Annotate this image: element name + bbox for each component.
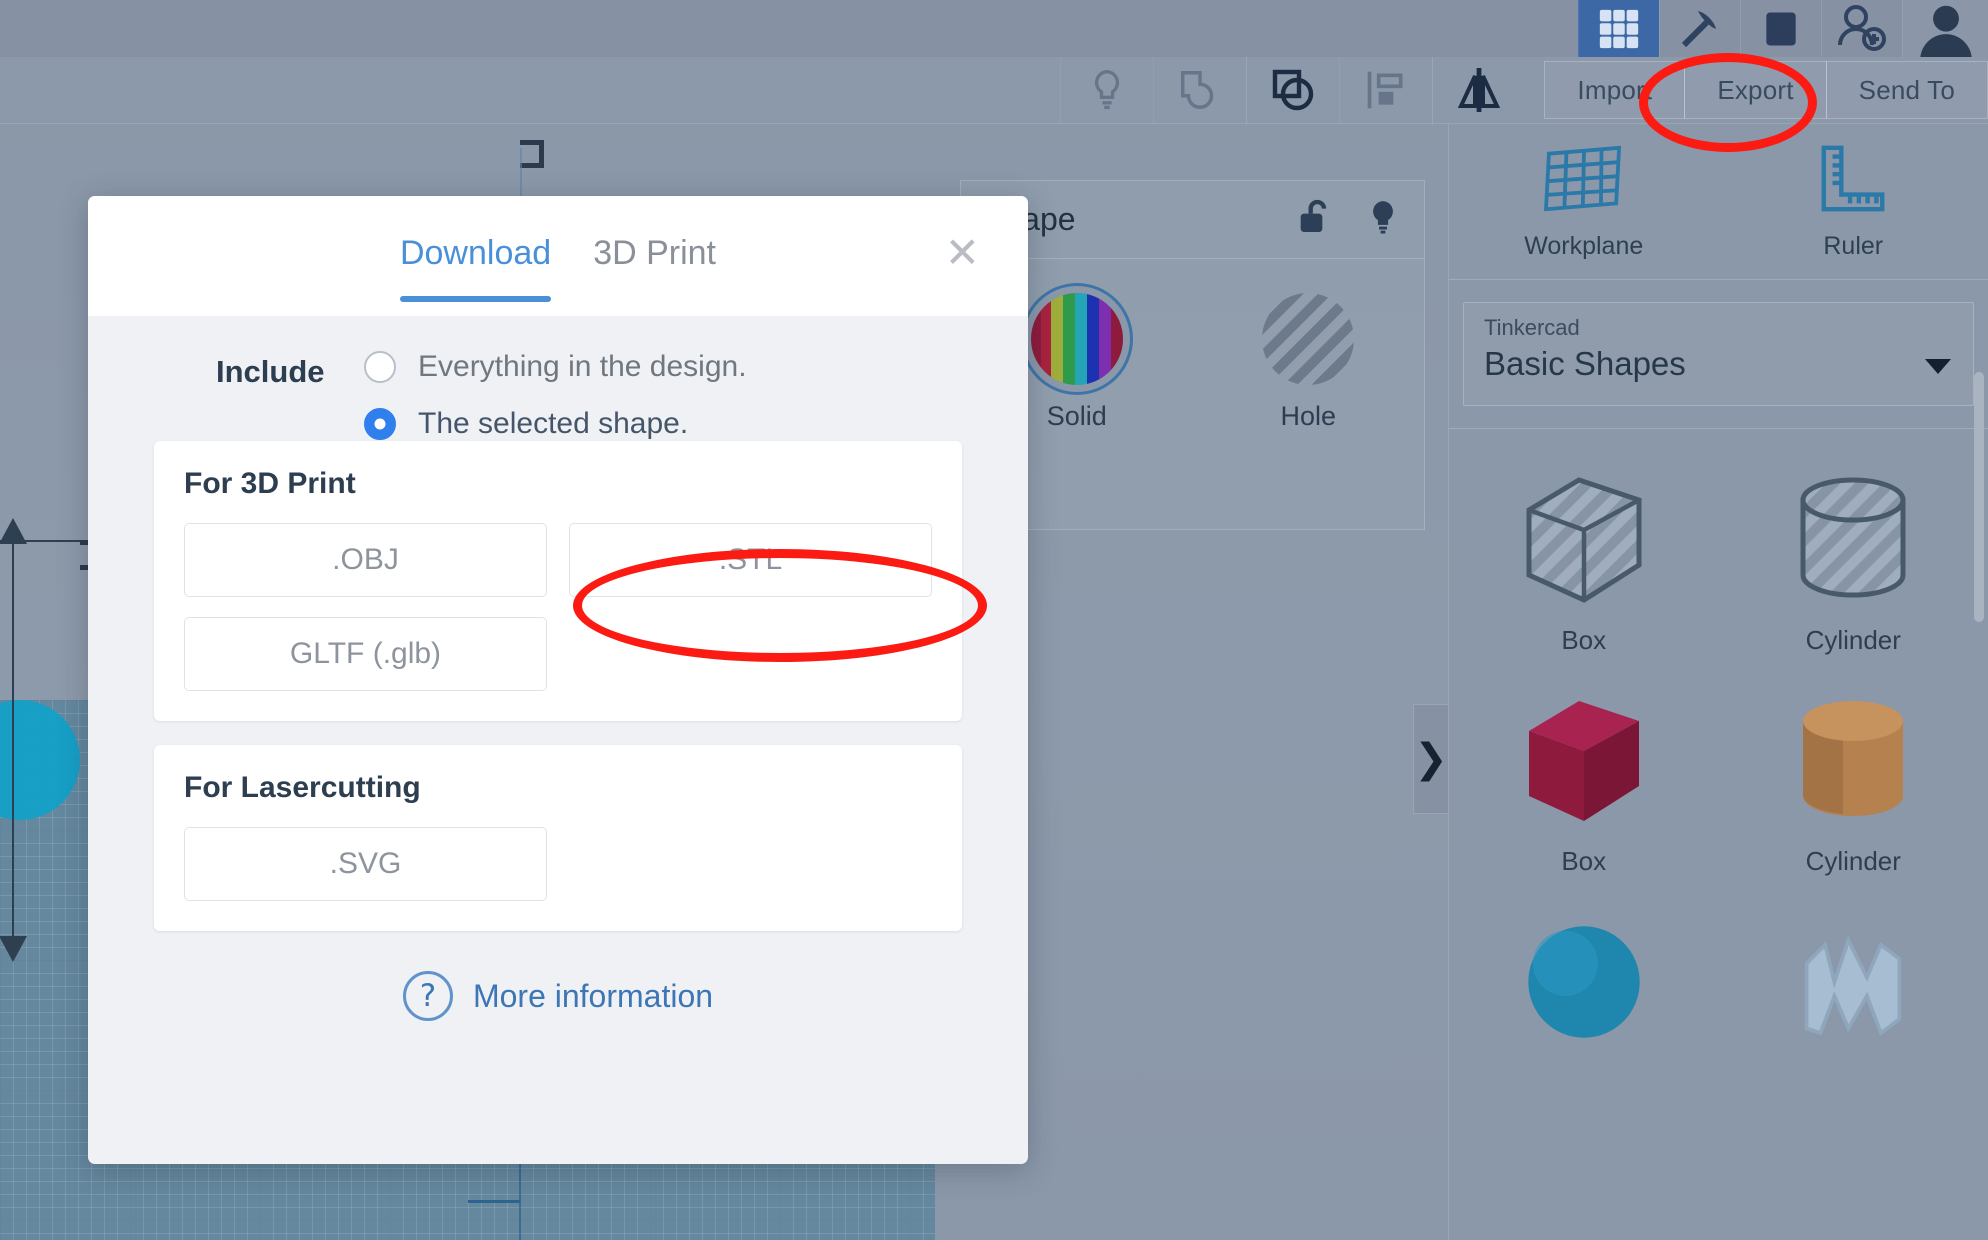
cylinder-hole-icon xyxy=(1773,465,1933,615)
shape-library-grid: Box Cylinder xyxy=(1449,428,1988,1075)
hole-swatch-label: Hole xyxy=(1280,401,1336,432)
ungroup-shapes-icon[interactable] xyxy=(1246,57,1339,124)
export-dialog: Download 3D Print ✕ Include Everything i… xyxy=(88,196,1028,1164)
workplane-tool-label: Workplane xyxy=(1524,232,1643,261)
for-lasercutting-title: For Lasercutting xyxy=(184,771,932,805)
for-lasercutting-card: For Lasercutting .SVG xyxy=(154,745,962,931)
solid-swatch-circle xyxy=(1031,293,1123,385)
add-person-icon[interactable] xyxy=(1821,0,1902,57)
scribble-solid-icon xyxy=(1773,907,1933,1057)
dialog-body: Include Everything in the design. The se… xyxy=(88,316,1028,1021)
dialog-tabs: Download 3D Print xyxy=(400,234,716,302)
chevron-down-icon xyxy=(1925,359,1951,374)
shape-row: Box Cylinder xyxy=(1449,664,1988,885)
send-to-button[interactable]: Send To xyxy=(1826,61,1988,119)
shape-item-label: Box xyxy=(1561,846,1606,877)
selection-handle[interactable] xyxy=(520,140,544,168)
grid-view-icon[interactable] xyxy=(1578,0,1659,57)
workplane-tick xyxy=(468,1200,520,1203)
align-icon[interactable] xyxy=(1339,57,1432,124)
export-button[interactable]: Export xyxy=(1684,61,1826,119)
shape-item-sphere-solid[interactable] xyxy=(1449,885,1719,1075)
shape-inspector-header: Shape xyxy=(961,181,1424,259)
lightbulb-icon[interactable] xyxy=(1364,196,1402,243)
avatar-icon[interactable] xyxy=(1902,0,1988,57)
tab-download[interactable]: Download xyxy=(400,234,551,302)
for-lasercutting-formats: .SVG xyxy=(184,827,932,901)
include-section: Include Everything in the design. The se… xyxy=(124,350,992,441)
format-svg-button[interactable]: .SVG xyxy=(184,827,547,901)
shape-item-cylinder-solid[interactable]: Cylinder xyxy=(1719,664,1988,885)
panel-scrollbar[interactable] xyxy=(1974,372,1984,622)
shape-row: Box Cylinder xyxy=(1449,443,1988,664)
shape-inspector-body: Solid Hole xyxy=(961,259,1424,432)
shape-item-cylinder-hole[interactable]: Cylinder xyxy=(1719,443,1988,664)
hole-swatch-circle xyxy=(1262,293,1354,385)
workplane-tool[interactable]: Workplane xyxy=(1449,124,1719,279)
ruler-tool[interactable]: Ruler xyxy=(1719,124,1988,279)
for-3d-print-card: For 3D Print .OBJ .STL GLTF (.glb) xyxy=(154,441,962,721)
hole-swatch[interactable]: Hole xyxy=(1193,293,1425,432)
editor-toolbar: Import Export Send To xyxy=(0,57,1988,124)
radio-everything-label: Everything in the design. xyxy=(418,350,747,384)
import-button[interactable]: Import xyxy=(1544,61,1685,119)
solid-swatch-label: Solid xyxy=(1047,401,1107,432)
lightbulb-icon[interactable] xyxy=(1060,57,1153,124)
shape-inspector-header-icons xyxy=(1294,196,1402,243)
unlock-icon[interactable] xyxy=(1294,196,1334,243)
radio-everything[interactable]: Everything in the design. xyxy=(364,350,747,384)
question-circle-icon: ? xyxy=(403,971,453,1021)
for-3d-print-title: For 3D Print xyxy=(184,467,932,501)
sphere-solid-icon xyxy=(1504,907,1664,1057)
shape-inspector-panel: Shape Solid xyxy=(960,180,1425,530)
shape-item-label: Cylinder xyxy=(1806,846,1901,877)
more-information-link[interactable]: ? More information xyxy=(124,971,992,1021)
include-label: Include xyxy=(216,350,364,390)
cylinder-solid-icon xyxy=(1773,686,1933,836)
mirror-icon[interactable] xyxy=(1432,57,1525,124)
shape-row xyxy=(1449,885,1988,1075)
dimension-arrow[interactable] xyxy=(12,540,14,940)
shape-item-box-hole[interactable]: Box xyxy=(1449,443,1719,664)
shape-library-value: Basic Shapes xyxy=(1484,345,1953,383)
radio-selected-shape-input[interactable] xyxy=(364,408,396,440)
pickaxe-icon[interactable] xyxy=(1659,0,1740,57)
for-3d-print-formats: .OBJ .STL GLTF (.glb) xyxy=(184,523,932,691)
tinkercad-app: Import Export Send To Shape xyxy=(0,0,1988,1240)
more-information-label: More information xyxy=(473,978,713,1015)
top-bar xyxy=(0,0,1988,57)
toolbar-button-group: Import Export Send To xyxy=(1545,61,1988,119)
shape-item-box-solid[interactable]: Box xyxy=(1449,664,1719,885)
radio-everything-input[interactable] xyxy=(364,351,396,383)
tab-3d-print[interactable]: 3D Print xyxy=(593,234,716,302)
close-icon[interactable]: ✕ xyxy=(945,232,980,274)
dialog-header: Download 3D Print ✕ xyxy=(88,196,1028,316)
shape-item-scribble-solid[interactable] xyxy=(1719,885,1988,1075)
block-icon[interactable] xyxy=(1740,0,1821,57)
panel-tools-row: Workplane Ruler xyxy=(1449,124,1988,280)
radio-selected-shape[interactable]: The selected shape. xyxy=(364,407,747,441)
panel-collapse-handle[interactable]: ❯ xyxy=(1413,704,1449,814)
format-gltf-button[interactable]: GLTF (.glb) xyxy=(184,617,547,691)
shape-item-label: Box xyxy=(1561,625,1606,656)
shape-library-dropdown[interactable]: Tinkercad Basic Shapes xyxy=(1463,302,1974,406)
radio-selected-shape-label: The selected shape. xyxy=(418,407,688,441)
format-obj-button[interactable]: .OBJ xyxy=(184,523,547,597)
box-solid-icon xyxy=(1504,686,1664,836)
shape-library-label: Tinkercad xyxy=(1484,315,1953,341)
shapes-side-panel: ❯ Workplane xyxy=(1448,124,1988,1240)
group-shapes-icon[interactable] xyxy=(1153,57,1246,124)
ruler-tool-label: Ruler xyxy=(1823,232,1883,261)
shape-item-label: Cylinder xyxy=(1806,625,1901,656)
box-hole-icon xyxy=(1504,465,1664,615)
format-stl-button[interactable]: .STL xyxy=(569,523,932,597)
include-options: Everything in the design. The selected s… xyxy=(364,350,747,441)
